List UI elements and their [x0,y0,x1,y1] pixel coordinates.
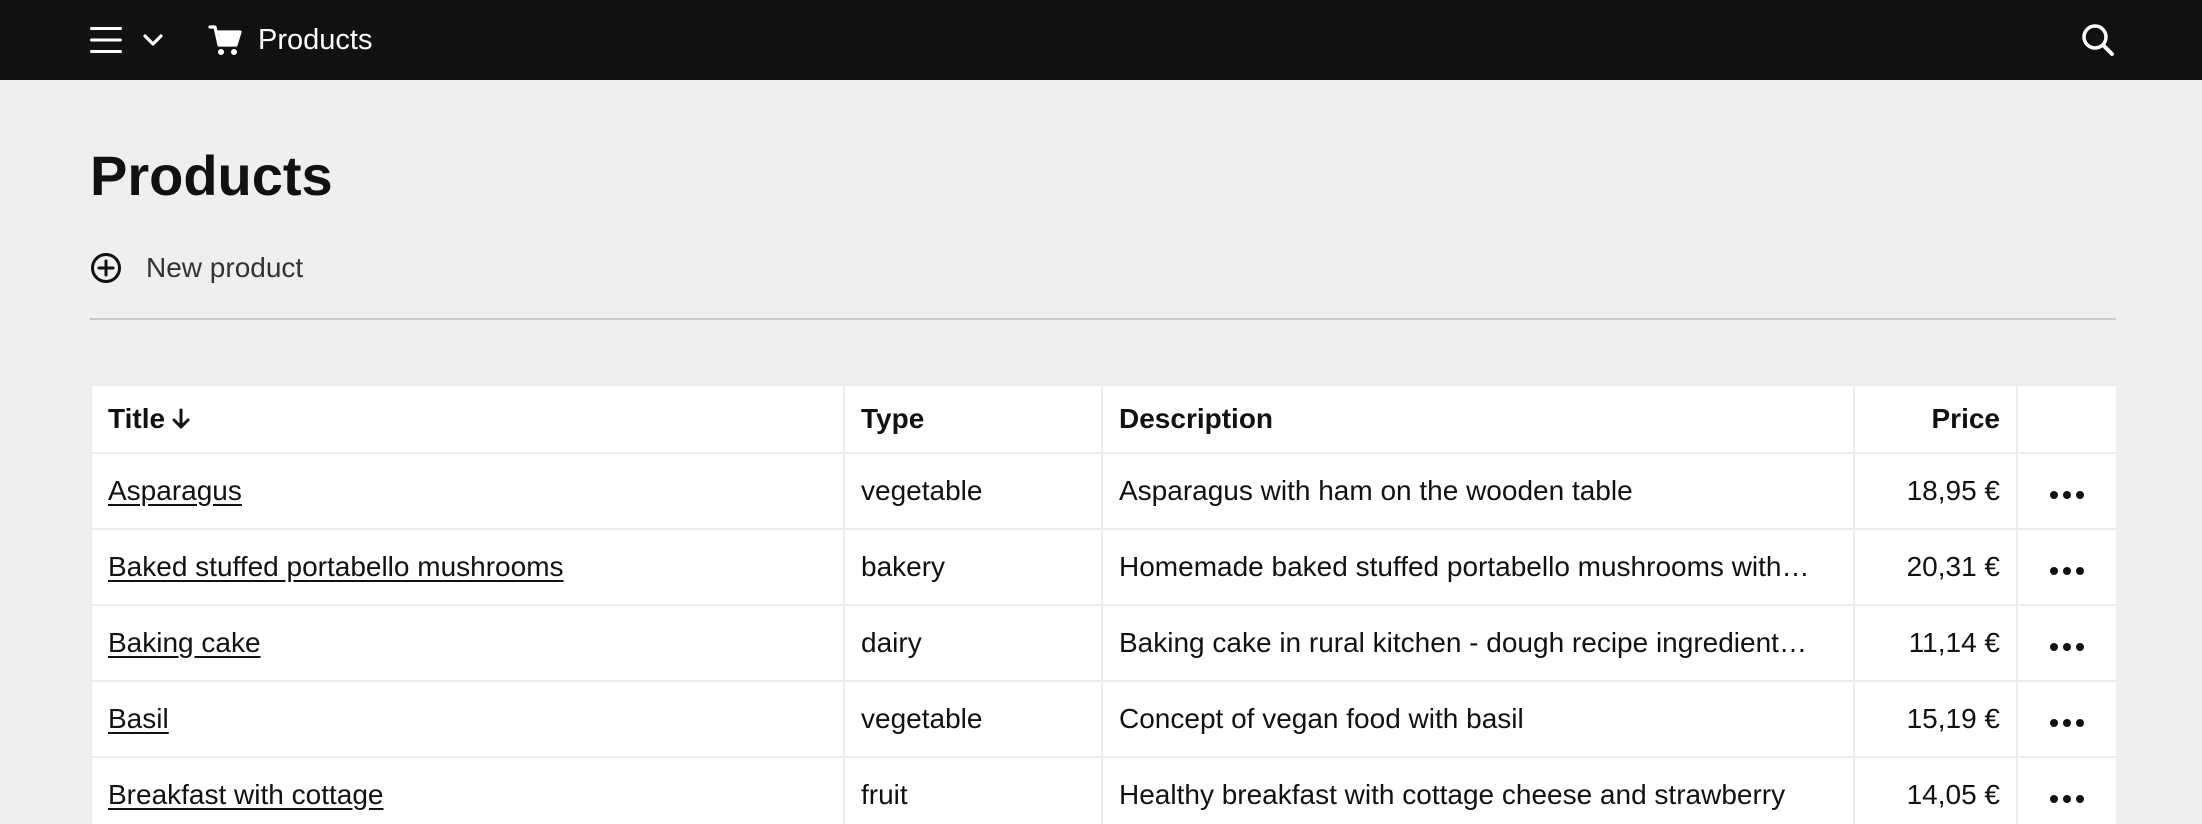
cell-description: Baking cake in rural kitchen - dough rec… [1101,604,1855,682]
product-title-link[interactable]: Breakfast with cottage [108,779,383,810]
column-header-price[interactable]: Price [1853,384,2018,454]
products-table: Title Type Description Price Asparagus ve… [90,384,2116,824]
product-title-link[interactable]: Baking cake [108,627,261,658]
new-product-button[interactable]: New product [90,248,303,288]
cell-type: fruit [843,756,1103,824]
cell-price: 20,31 € [1853,528,2018,606]
cell-title: Breakfast with cottage [90,756,845,824]
search-icon[interactable] [2080,22,2116,58]
cell-price: 11,14 € [1853,604,2018,682]
chevron-down-icon[interactable] [142,30,164,50]
app-title[interactable]: Products [258,22,372,58]
cell-actions [2016,452,2116,530]
cell-price: 15,19 € [1853,680,2018,758]
page-title: Products [90,144,333,207]
more-actions-icon[interactable] [2049,794,2085,804]
sort-down-arrow-icon [172,408,190,429]
cell-description: Homemade baked stuffed portabello mushro… [1101,528,1855,606]
new-product-label: New product [146,252,304,283]
cell-type: vegetable [843,680,1103,758]
cell-actions [2016,528,2116,606]
table-row: Baked stuffed portabello mushrooms bakery… [90,528,2116,606]
table-row: Breakfast with cottage fruit Healthy break… [90,756,2116,824]
product-title-link[interactable]: Asparagus [108,475,242,506]
table-header-row: Title Type Description Price [90,384,2116,454]
table-row: Basil vegetable Concept of vegan food with… [90,680,2116,758]
top-navigation-bar: Products [0,0,2202,80]
plus-circle-icon [91,253,121,283]
column-header-title[interactable]: Title [90,384,845,454]
cell-description: Concept of vegan food with basil [1101,680,1855,758]
column-header-type[interactable]: Type [843,384,1103,454]
menu-icon[interactable] [90,24,122,56]
divider [90,318,2116,320]
more-actions-icon[interactable] [2049,490,2085,500]
cell-title: Baking cake [90,604,845,682]
column-header-title-label: Title [108,403,166,434]
cell-actions [2016,604,2116,682]
cell-actions [2016,680,2116,758]
cell-title: Basil [90,680,845,758]
more-actions-icon[interactable] [2049,566,2085,576]
cell-description: Asparagus with ham on the wooden table [1101,452,1855,530]
more-actions-icon[interactable] [2049,642,2085,652]
cell-title: Baked stuffed portabello mushrooms [90,528,845,606]
cell-title: Asparagus [90,452,845,530]
table-row: Baking cake dairy Baking cake in rural kit… [90,604,2116,682]
table-row: Asparagus vegetable Asparagus with ham on … [90,452,2116,530]
cell-price: 14,05 € [1853,756,2018,824]
cell-type: vegetable [843,452,1103,530]
cart-icon [208,25,242,55]
product-title-link[interactable]: Baked stuffed portabello mushrooms [108,551,564,582]
product-title-link[interactable]: Basil [108,703,169,734]
cell-actions [2016,756,2116,824]
cell-description: Healthy breakfast with cottage cheese an… [1101,756,1855,824]
products-table-container: Title Type Description Price Asparagus ve… [90,384,2116,824]
column-header-description[interactable]: Description [1101,384,1855,454]
cell-price: 18,95 € [1853,452,2018,530]
more-actions-icon[interactable] [2049,718,2085,728]
column-header-actions [2016,384,2116,454]
cell-type: bakery [843,528,1103,606]
cell-type: dairy [843,604,1103,682]
